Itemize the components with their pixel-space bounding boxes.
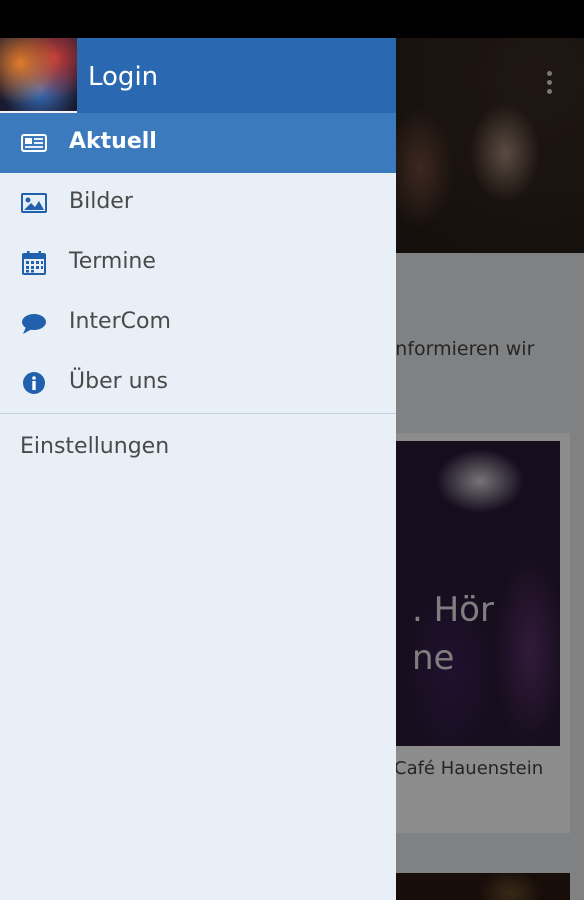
nav-item-intercom[interactable]: InterCom [0,293,396,353]
nav-item-label: Bilder [69,189,133,214]
nav-item-aktuell[interactable]: Aktuell [0,113,396,173]
status-bar [0,0,584,38]
login-label[interactable]: Login [88,62,158,92]
nav-item-label: InterCom [69,309,171,334]
navigation-drawer: Login Aktuell Bilder Termine InterCom Üb… [0,38,396,900]
nav-item-label: Termine [69,249,156,274]
nav-item-label: Aktuell [69,129,157,154]
calendar-icon [22,251,46,275]
band-logo-image [0,38,77,113]
nav-item-ueber-uns[interactable]: Über uns [0,353,396,413]
nav-item-label: Über uns [69,369,168,394]
drawer-header[interactable]: Login [0,38,396,113]
newspaper-icon [21,134,47,152]
image-icon [21,193,47,213]
info-icon [23,372,45,394]
chat-bubble-icon [22,314,46,334]
divider [0,413,396,414]
nav-item-bilder[interactable]: Bilder [0,173,396,233]
nav-item-termine[interactable]: Termine [0,233,396,293]
settings-item[interactable]: Einstellungen [20,434,169,459]
